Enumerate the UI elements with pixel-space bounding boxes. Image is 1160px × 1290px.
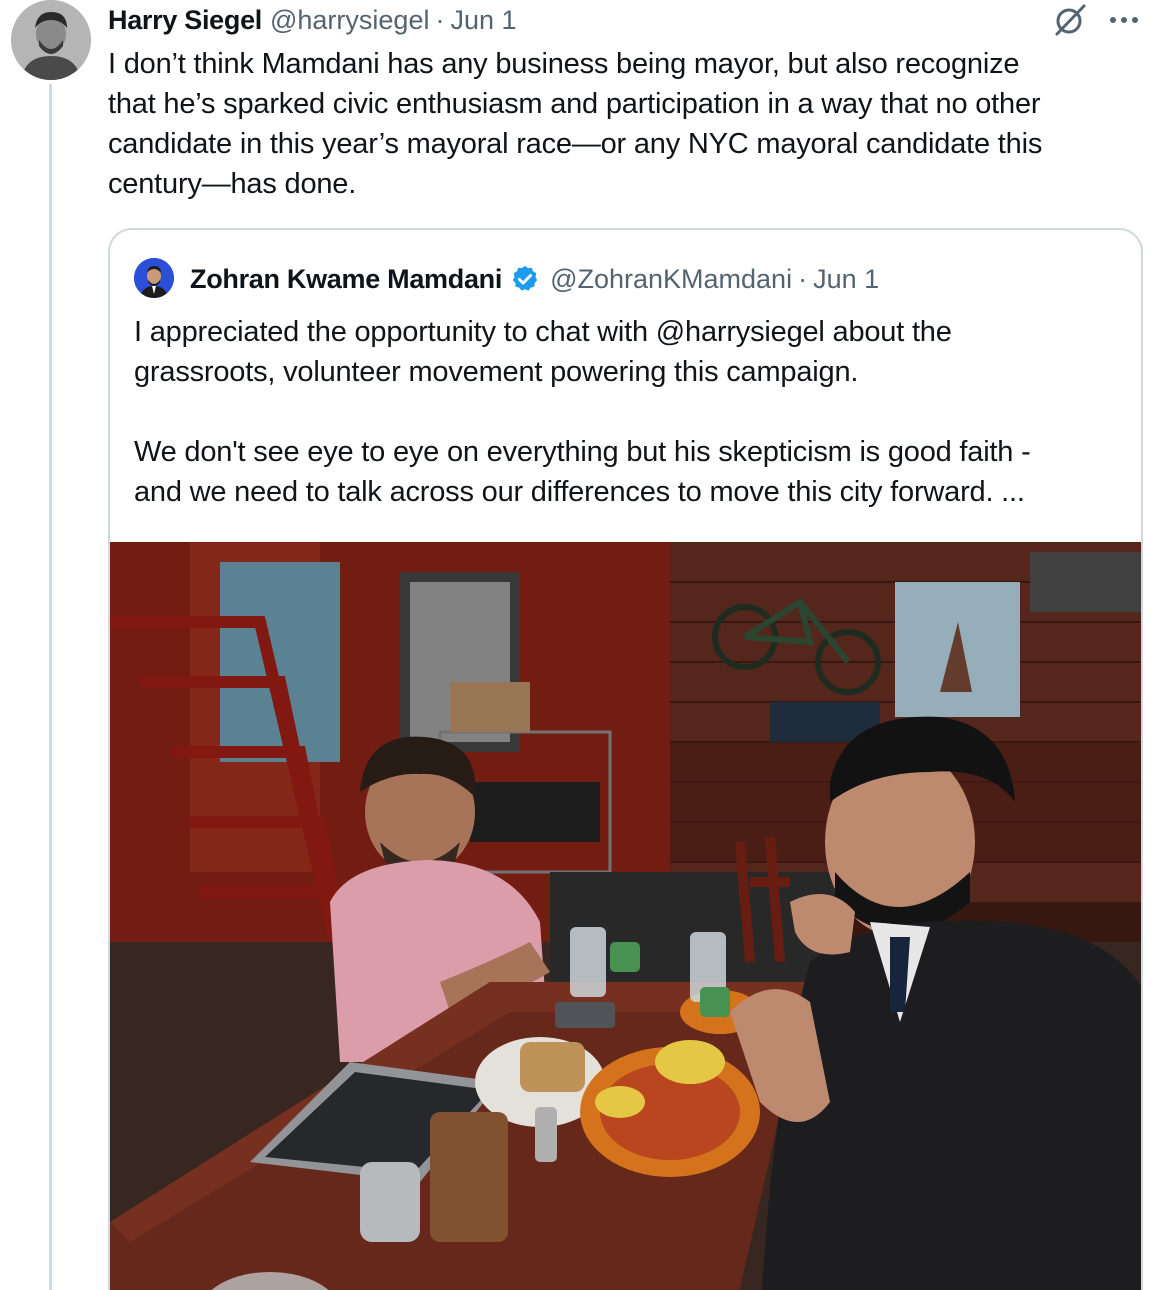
- separator: ·: [435, 4, 445, 35]
- quoted-avatar[interactable]: [134, 258, 174, 298]
- tweet-line: I don’t think Mamdani has any business b…: [108, 48, 1020, 80]
- quoted-line: and we need to talk across our differenc…: [134, 476, 1025, 508]
- quoted-media-photo[interactable]: [110, 542, 1141, 1290]
- author-handle[interactable]: @harrysiegel: [270, 5, 429, 36]
- tweet-date[interactable]: Jun 1: [450, 5, 516, 36]
- avatar-photo: [11, 0, 91, 80]
- quoted-avatar-photo: [134, 258, 174, 298]
- more-icon[interactable]: [1108, 6, 1140, 34]
- separator: ·: [798, 263, 808, 294]
- tweet-line: that he’s sparked civic enthusiasm and p…: [108, 88, 1041, 120]
- tweet-header: Harry Siegel @harrysiegel · Jun 1: [108, 2, 517, 38]
- tweet-line: candidate in this year’s mayoral race—or…: [108, 128, 1043, 160]
- quoted-date[interactable]: Jun 1: [813, 264, 879, 295]
- quoted-author-name[interactable]: Zohran Kwame Mamdani: [190, 264, 502, 295]
- quoted-line: I appreciated the opportunity to chat wi…: [134, 316, 952, 348]
- restaurant-photo: [110, 542, 1141, 1290]
- author-name[interactable]: Harry Siegel: [108, 5, 262, 36]
- quoted-tweet[interactable]: Zohran Kwame Mamdani @ZohranKMamdani · J…: [108, 228, 1143, 1290]
- more-dot: [1132, 17, 1138, 23]
- quoted-author-handle[interactable]: @ZohranKMamdani: [550, 264, 792, 295]
- avatar[interactable]: [11, 0, 91, 80]
- quoted-text: I appreciated the opportunity to chat wi…: [134, 312, 1124, 512]
- quoted-line: We don't see eye to eye on everything bu…: [134, 436, 1031, 468]
- grok-icon[interactable]: [1052, 2, 1088, 38]
- tweet-line: century—has done.: [108, 168, 357, 200]
- quoted-header: Zohran Kwame Mamdani @ZohranKMamdani · J…: [190, 260, 879, 298]
- more-dot: [1121, 17, 1127, 23]
- tweet-text: I don’t think Mamdani has any business b…: [108, 44, 1148, 204]
- thread-connector-line: [49, 84, 52, 1290]
- more-dot: [1110, 17, 1116, 23]
- verified-badge-icon: [512, 265, 538, 291]
- quoted-line: grassroots, volunteer movement powering …: [134, 356, 859, 388]
